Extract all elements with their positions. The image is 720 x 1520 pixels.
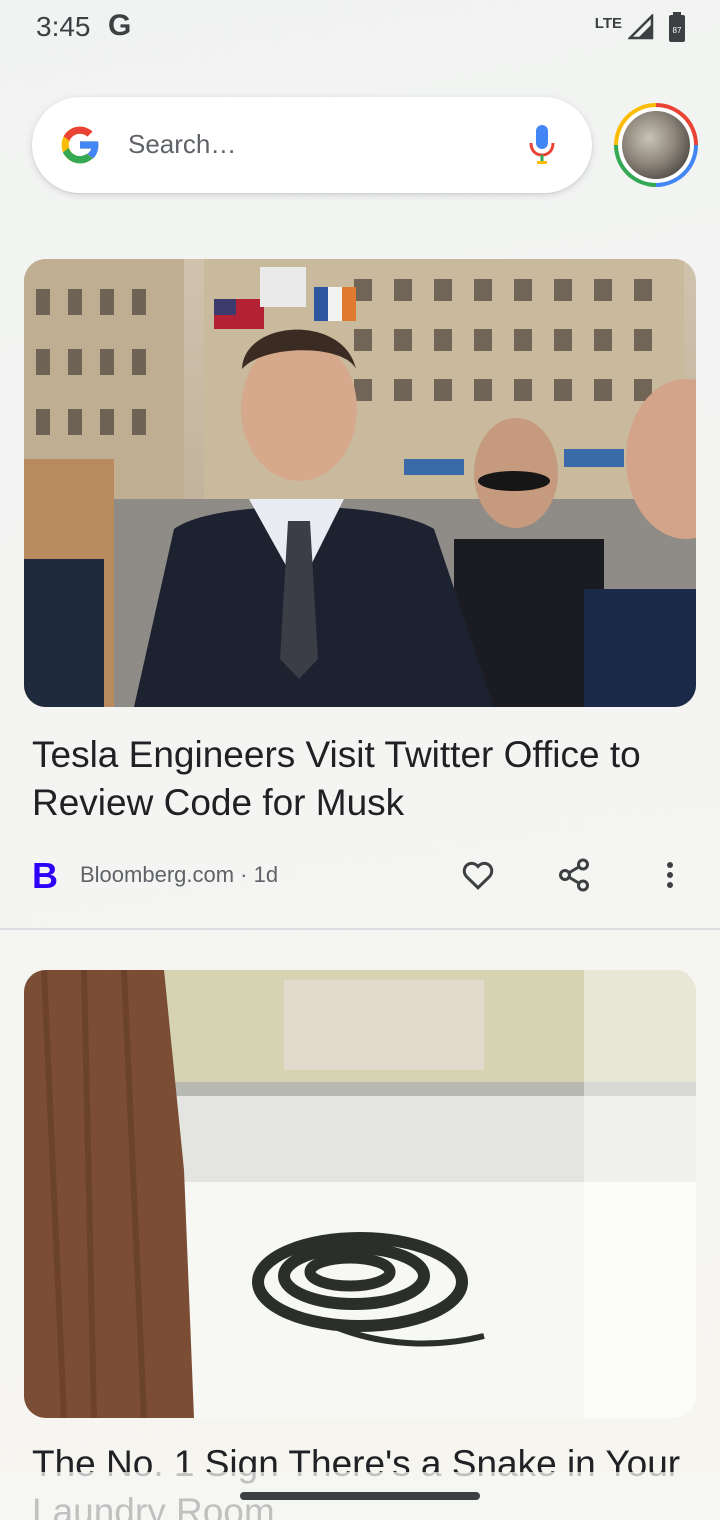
google-indicator: G [108, 9, 132, 42]
search-bar[interactable]: Search… [32, 97, 592, 193]
article-photo [24, 259, 696, 707]
account-avatar-button[interactable] [614, 103, 698, 187]
card-divider [0, 928, 720, 930]
source-meta[interactable]: Bloomberg.com · 1d [80, 862, 278, 888]
network-type: LTE [594, 14, 622, 32]
search-input[interactable]: Search… [128, 129, 236, 160]
article-image[interactable] [24, 970, 696, 1418]
more-vert-icon[interactable] [656, 857, 684, 893]
status-time: 3:45 [36, 11, 91, 42]
source-logo: B [32, 855, 58, 896]
article-title[interactable]: Tesla Engineers Visit Twitter Office to … [32, 731, 682, 827]
avatar [622, 111, 690, 179]
heart-icon[interactable] [460, 857, 496, 893]
gesture-handle[interactable] [240, 1492, 480, 1500]
article-photo [24, 970, 696, 1418]
battery-icon: 87 [669, 12, 685, 42]
article-source-row: B Bloomberg.com · 1d [32, 852, 692, 898]
battery-level: 87 [673, 26, 682, 35]
status-bar: 3:45 G LTE 87 [0, 0, 720, 56]
article-image[interactable] [24, 259, 696, 707]
avatar-frame [618, 107, 694, 183]
signal-icon [628, 14, 654, 40]
mic-icon[interactable] [528, 123, 556, 165]
status-icons: LTE 87 [595, 12, 686, 42]
share-icon[interactable] [556, 856, 592, 894]
google-g-icon [61, 126, 100, 164]
